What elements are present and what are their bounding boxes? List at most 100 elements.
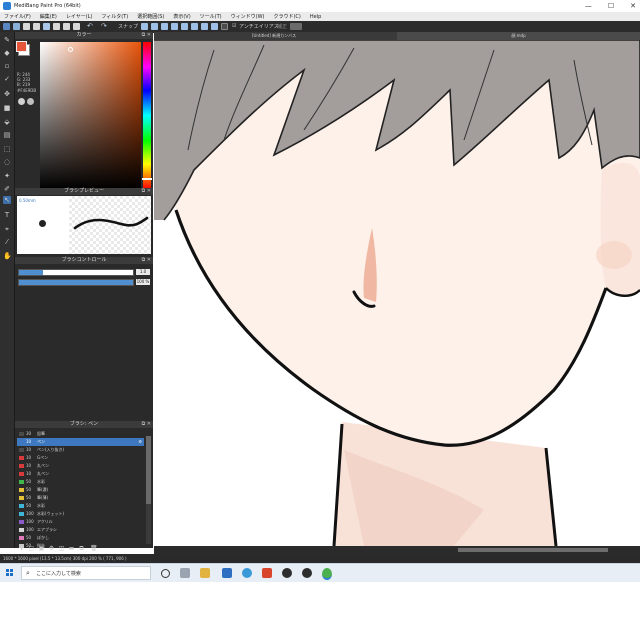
- panel-dock-icon[interactable]: ⧉ ✕: [142, 257, 151, 264]
- brush-list-item[interactable]: 100 アクリル: [17, 518, 144, 526]
- correction-dropdown[interactable]: [290, 23, 302, 30]
- brush-list-item[interactable]: 100 エアブラシ: [17, 526, 144, 534]
- menu-view[interactable]: 表示(V): [173, 13, 190, 20]
- color-mode-icon[interactable]: [18, 98, 25, 105]
- panel-dock-icon[interactable]: ⧉ ✕: [142, 421, 151, 428]
- brush-list-item[interactable]: 100 水彩(ウェット): [17, 510, 144, 518]
- undo-icon[interactable]: ↶: [87, 22, 93, 30]
- cortana-icon[interactable]: [161, 569, 170, 578]
- brush-settings-icon[interactable]: ⚙: [48, 545, 55, 552]
- lasso-tool-icon[interactable]: ◌: [3, 158, 11, 166]
- brush-list-item[interactable]: 10 ペン(入り抜き): [17, 446, 144, 454]
- menu-window[interactable]: ウィンドウ(W): [231, 13, 265, 20]
- brush-list-item[interactable]: 50 ぼかし: [17, 534, 144, 542]
- panel-dock-icon[interactable]: ⧉ ✕: [142, 188, 151, 195]
- add-brush-icon[interactable]: ▣: [38, 545, 45, 552]
- color-wheel-icon[interactable]: [27, 98, 34, 105]
- bucket-tool-icon[interactable]: ⬙: [3, 118, 11, 126]
- brush-size-slider[interactable]: [18, 269, 134, 276]
- invert-icon[interactable]: [63, 23, 70, 30]
- file-explorer-icon[interactable]: [200, 568, 210, 578]
- text-tool-icon[interactable]: T: [3, 211, 11, 219]
- open-file-icon[interactable]: [13, 23, 20, 30]
- menu-cloud[interactable]: クラウド(C): [273, 13, 300, 20]
- upload-icon[interactable]: ⬆: [18, 545, 25, 552]
- brush-list-item[interactable]: 50 筆(濃): [17, 486, 144, 494]
- cloud-icon[interactable]: [33, 23, 40, 30]
- menu-help[interactable]: Help: [310, 14, 321, 20]
- brush-list-item[interactable]: 30 鉛筆: [17, 430, 144, 438]
- clear-icon[interactable]: [53, 23, 60, 30]
- minimize-button[interactable]: —: [585, 2, 592, 10]
- brush-list-item[interactable]: 10 丸ペン: [17, 462, 144, 470]
- new-file-icon[interactable]: [3, 23, 10, 30]
- trash-icon[interactable]: 🗑: [90, 545, 98, 552]
- medibang-task-icon[interactable]: [322, 568, 332, 580]
- taskbar-search[interactable]: ⌕ ここに入力して検索: [21, 566, 151, 580]
- divide-tool-icon[interactable]: ⌖: [3, 225, 11, 233]
- eraser-tool-icon[interactable]: ◆: [3, 49, 11, 57]
- snap-settings-icon[interactable]: [211, 23, 218, 30]
- mail-icon[interactable]: [222, 568, 232, 578]
- redo-icon[interactable]: ↷: [101, 22, 107, 30]
- brush-list-item[interactable]: 10 ペン ⚙: [17, 438, 144, 446]
- menu-tool[interactable]: ツール(T): [200, 13, 222, 20]
- hand-tool-icon[interactable]: ✋: [3, 252, 12, 260]
- magic-wand-icon[interactable]: ✦: [3, 172, 11, 180]
- artwork-svg[interactable]: [154, 40, 640, 546]
- drawing-canvas[interactable]: [154, 40, 640, 546]
- brush-settings-icon[interactable]: ⚙: [138, 438, 142, 446]
- pinned-app-icon[interactable]: [302, 568, 312, 578]
- antialias-checkbox[interactable]: ☑: [232, 23, 236, 29]
- select-eraser-icon[interactable]: ↖: [3, 196, 11, 204]
- add-brush-icon[interactable]: ▢: [28, 545, 35, 552]
- snap-parallel-icon[interactable]: [151, 23, 158, 30]
- select-rect-icon[interactable]: ⬚: [3, 145, 11, 153]
- save-icon[interactable]: [23, 23, 30, 30]
- brush-import-icon[interactable]: ◫: [58, 545, 65, 552]
- brush-list-scroll-thumb[interactable]: [146, 436, 151, 504]
- gradient-tool-icon[interactable]: ▤: [3, 131, 11, 139]
- brush-list-item[interactable]: 50 筆(薄): [17, 494, 144, 502]
- menu-edit[interactable]: 編集(E): [40, 13, 57, 20]
- pinned-app-icon[interactable]: [282, 568, 292, 578]
- brush-list-item[interactable]: 50 水彩: [17, 478, 144, 486]
- select-pen-icon[interactable]: ✐: [3, 185, 11, 193]
- canvas-scrollbar[interactable]: [154, 546, 640, 554]
- folder-icon[interactable]: ▬: [68, 545, 75, 552]
- menu-layer[interactable]: レイヤー(L): [66, 13, 93, 20]
- snap-perspective-icon[interactable]: [201, 23, 208, 30]
- snap-off-icon[interactable]: [221, 23, 228, 30]
- brush-list-item[interactable]: 10 Gペン: [17, 454, 144, 462]
- snap-radial-icon[interactable]: [171, 23, 178, 30]
- foreground-color-swatch[interactable]: [16, 41, 27, 52]
- pen-tool-icon[interactable]: ✓: [3, 75, 11, 83]
- duplicate-icon[interactable]: ⧉: [78, 545, 85, 552]
- menu-filter[interactable]: フィルタ(T): [101, 13, 128, 20]
- menu-select[interactable]: 選択範囲(S): [137, 13, 164, 20]
- brush-list-item[interactable]: 50 水彩: [17, 502, 144, 510]
- maximize-button[interactable]: ☐: [608, 2, 614, 10]
- snap-cross-icon[interactable]: [161, 23, 168, 30]
- color-picker-square[interactable]: [40, 42, 141, 189]
- brush-opacity-slider[interactable]: [18, 279, 134, 286]
- brush-list-scrollbar[interactable]: [146, 436, 151, 544]
- tab-untitled[interactable]: [Untitled] 新規カンバス: [154, 32, 394, 40]
- canvas-scroll-thumb[interactable]: [458, 548, 608, 552]
- hue-slider-handle[interactable]: [142, 178, 152, 180]
- office-icon[interactable]: [262, 568, 272, 578]
- brush-opacity-value[interactable]: 100 %: [136, 279, 150, 285]
- brush-list-item[interactable]: 10 丸ペン: [17, 470, 144, 478]
- color-picker-cursor[interactable]: [68, 47, 73, 52]
- panel-dock-icon[interactable]: ⧉ ✕: [142, 32, 151, 39]
- menu-file[interactable]: ファイル(F): [4, 13, 31, 20]
- tab-face[interactable]: 顔.mdp: [397, 32, 640, 40]
- dot-tool-icon[interactable]: ▫: [3, 62, 11, 70]
- shape-tool-icon[interactable]: ■: [3, 104, 11, 112]
- snap-grid-icon[interactable]: [141, 23, 148, 30]
- task-view-icon[interactable]: [180, 568, 190, 578]
- brush-size-value[interactable]: 1.0: [136, 269, 150, 275]
- snap-circle-icon[interactable]: [181, 23, 188, 30]
- move-tool-icon[interactable]: ✥: [3, 90, 11, 98]
- eyedropper-icon[interactable]: ⁄: [3, 238, 11, 246]
